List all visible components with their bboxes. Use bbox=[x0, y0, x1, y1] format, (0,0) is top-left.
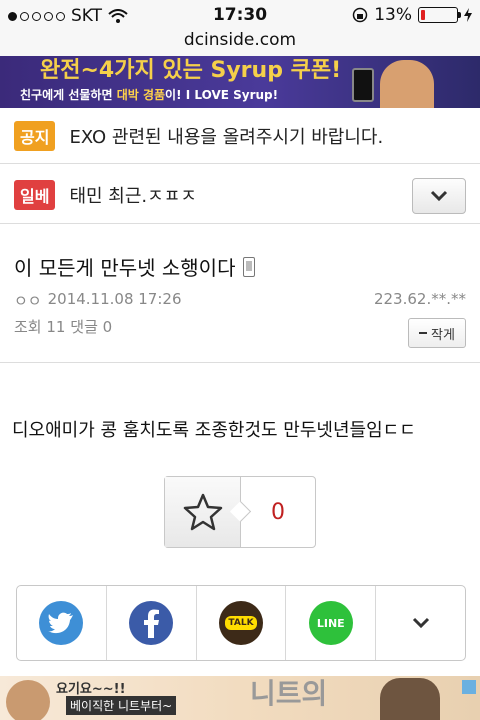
battery-percent: 13% bbox=[374, 5, 412, 25]
topic-title: 태민 최근.ㅈㅍㅈ bbox=[69, 185, 197, 207]
ad-subline: 친구에게 선물하면 대박 경품이! I LOVE Syrup! bbox=[20, 88, 279, 102]
url-text: dcinside.com bbox=[183, 30, 297, 50]
post-body: 디오애미가 콩 훔치도록 조종한것도 만두넷년들임ㄷㄷ bbox=[12, 420, 416, 441]
recommend-count: 0 bbox=[271, 499, 285, 525]
topic-dropdown-button[interactable] bbox=[412, 178, 466, 214]
kakaotalk-label: TALK bbox=[225, 616, 257, 630]
ad-phone-image bbox=[352, 68, 374, 102]
status-bar: SKT 17:30 13% bbox=[0, 0, 480, 30]
notice-text: EXO 관련된 내용을 올려주시기 바랍니다. bbox=[69, 126, 384, 148]
ad-line1: 요기요~~!! bbox=[56, 682, 126, 697]
views-label: 조회 bbox=[14, 318, 42, 336]
notice-bar[interactable]: 공지 EXO 관련된 내용을 올려주시기 바랍니다. bbox=[0, 108, 480, 164]
charging-icon bbox=[464, 8, 472, 22]
minus-icon bbox=[419, 332, 428, 334]
battery-icon bbox=[418, 7, 461, 23]
chevron-down-icon bbox=[412, 617, 429, 629]
ad-model-image bbox=[6, 680, 50, 720]
post-title-text: 이 모든게 만두넷 소행이다 bbox=[14, 256, 236, 280]
facebook-icon bbox=[129, 601, 174, 645]
recommend-box[interactable]: 0 bbox=[164, 476, 316, 548]
recommend-button[interactable] bbox=[165, 477, 241, 547]
mobile-post-icon bbox=[243, 256, 256, 277]
font-small-label: 작게 bbox=[431, 327, 455, 343]
share-more-button[interactable] bbox=[376, 586, 465, 660]
post-stats: 조회 11 댓글 0 bbox=[14, 316, 112, 337]
line-label: LINE bbox=[316, 616, 345, 630]
ad-headline: 완전~4가지 있는 Syrup 쿠폰! bbox=[40, 58, 342, 83]
line-icon: LINE bbox=[308, 601, 353, 645]
comments-count: 0 bbox=[102, 318, 113, 336]
ad-model-image-2 bbox=[380, 678, 440, 720]
bottom-banner-ad[interactable]: 요기요~~!! 베이직한 니트부터~ 니트의 bbox=[0, 676, 480, 720]
ad-person-image bbox=[380, 60, 434, 108]
ad-big-text: 니트의 bbox=[250, 677, 328, 710]
author-ip: 223.62.**.** bbox=[373, 290, 466, 308]
chevron-down-icon bbox=[430, 190, 448, 202]
kakaotalk-icon: TALK bbox=[218, 601, 263, 645]
notice-badge: 공지 bbox=[14, 120, 56, 151]
share-kakaotalk-button[interactable]: TALK bbox=[197, 586, 287, 660]
url-bar[interactable]: dcinside.com bbox=[0, 30, 480, 56]
post-date: 2014.11.08 17:26 bbox=[47, 290, 182, 308]
author-name[interactable]: ㅇㅇ bbox=[14, 290, 42, 311]
comments-label: 댓글 bbox=[70, 318, 98, 336]
font-small-button[interactable]: 작게 bbox=[408, 318, 466, 348]
share-twitter-button[interactable] bbox=[17, 586, 107, 660]
share-line-button[interactable]: LINE bbox=[286, 586, 377, 660]
ad-info-icon[interactable] bbox=[462, 680, 476, 694]
twitter-icon bbox=[39, 601, 84, 645]
rotation-lock-icon bbox=[352, 7, 368, 23]
star-icon bbox=[183, 493, 222, 531]
share-facebook-button[interactable] bbox=[107, 586, 197, 660]
post-meta: ㅇㅇ 2014.11.08 17:26 bbox=[14, 290, 182, 311]
share-bar: TALK LINE bbox=[16, 585, 466, 661]
views-count: 11 bbox=[46, 318, 66, 336]
top-banner-ad[interactable]: 완전~4가지 있는 Syrup 쿠폰! 친구에게 선물하면 대박 경품이! I … bbox=[0, 56, 480, 108]
best-badge: 일베 bbox=[14, 179, 56, 210]
post-title: 이 모든게 만두넷 소행이다 bbox=[14, 252, 256, 281]
topic-bar[interactable]: 일베 태민 최근.ㅈㅍㅈ bbox=[0, 166, 480, 224]
ad-line2: 베이직한 니트부터~ bbox=[66, 696, 177, 715]
divider bbox=[0, 362, 480, 363]
battery-info: 13% bbox=[352, 5, 472, 25]
